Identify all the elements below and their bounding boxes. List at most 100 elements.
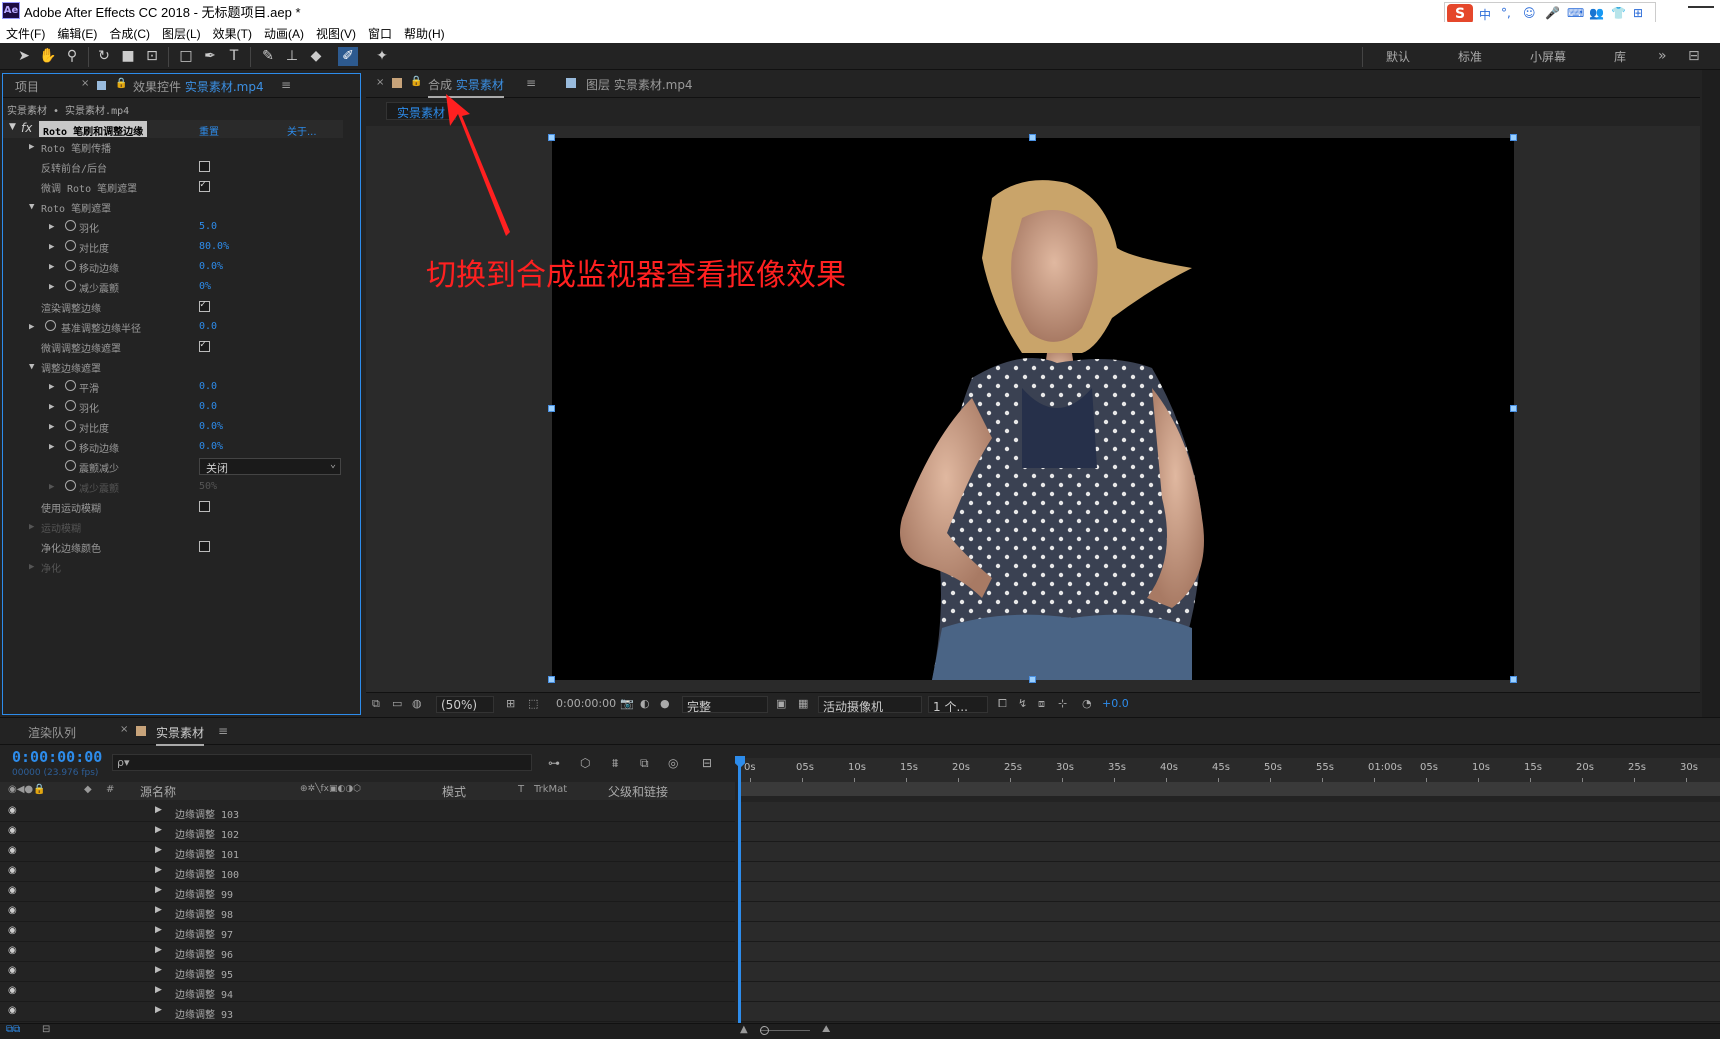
layer-row[interactable]: ◉ ▶ 边缘调整 96 bbox=[0, 942, 735, 962]
time-ruler[interactable]: 0s 05s 10s 15s 20s 25s 30s 35s 40s 45s 50s 55s 01:00… bbox=[738, 758, 1720, 782]
layer-name[interactable]: 边缘调整 101 bbox=[175, 846, 239, 861]
menu-effect[interactable]: 效果(T) bbox=[207, 22, 258, 42]
layer-track[interactable] bbox=[738, 902, 1720, 922]
effect-property-row[interactable]: ▶ 减少震颤 0% bbox=[3, 278, 343, 296]
layer-row[interactable]: ◉ ▶ 边缘调整 102 bbox=[0, 822, 735, 842]
expand-right-icon[interactable]: ▶ bbox=[155, 925, 162, 935]
layer-name[interactable]: 边缘调整 96 bbox=[175, 946, 233, 961]
effect-property-row[interactable]: ▶ 对比度 80.0% bbox=[3, 238, 343, 256]
current-time[interactable]: 0:00:00:00 bbox=[556, 697, 616, 710]
tab-effect-controls[interactable]: 效果控件 实景素材.mp4 bbox=[133, 78, 264, 95]
property-value[interactable]: 0.0% bbox=[199, 441, 223, 452]
transform-handle[interactable] bbox=[548, 405, 555, 412]
layer-row[interactable]: ◉ ▶ 边缘调整 101 bbox=[0, 842, 735, 862]
layer-row[interactable]: ◉ ▶ 边缘调整 94 bbox=[0, 982, 735, 1002]
effect-property-row[interactable]: ▼ Roto 笔刷遮罩 bbox=[3, 198, 343, 216]
fx-icon[interactable]: fx bbox=[21, 121, 32, 135]
ime-user-icon[interactable]: 👥 bbox=[1589, 6, 1604, 20]
views-dropdown[interactable]: 1 个... bbox=[928, 696, 988, 714]
layer-row[interactable]: ◉ ▶ 边缘调整 98 bbox=[0, 902, 735, 922]
close-tab-icon[interactable]: × bbox=[376, 77, 384, 88]
selection-tool-icon[interactable]: ➤ bbox=[14, 47, 34, 66]
stopwatch-icon[interactable] bbox=[65, 380, 76, 391]
property-checkbox[interactable] bbox=[199, 299, 210, 312]
graph-editor-icon[interactable]: ⊟ bbox=[702, 756, 712, 770]
property-value[interactable]: 0.0% bbox=[199, 261, 223, 272]
effect-property-row[interactable]: 净化边缘颜色 bbox=[3, 538, 343, 556]
expand-right-icon[interactable]: ▶ bbox=[49, 222, 54, 232]
ime-emoji-icon[interactable]: ☺ bbox=[1523, 6, 1536, 20]
panel-menu-icon[interactable]: ≡ bbox=[526, 76, 536, 90]
expand-right-icon[interactable]: ▶ bbox=[155, 885, 162, 895]
snapshot-icon[interactable]: 📷 bbox=[620, 697, 634, 710]
property-checkbox[interactable] bbox=[199, 541, 210, 552]
type-tool-icon[interactable]: T bbox=[224, 47, 244, 66]
zoom-tool-icon[interactable]: ⚲ bbox=[62, 47, 82, 66]
lock-icon[interactable]: 🔒 bbox=[410, 76, 422, 87]
search-help-icon[interactable]: ⊟ bbox=[1688, 48, 1700, 64]
ime-keyboard-icon[interactable]: ⌨ bbox=[1567, 6, 1584, 20]
stopwatch-icon[interactable] bbox=[65, 240, 76, 251]
channel-icon[interactable]: ● bbox=[660, 697, 670, 710]
rotate-tool-icon[interactable]: ↻ bbox=[94, 47, 114, 66]
ime-toolbox-icon[interactable]: ⊞ bbox=[1633, 6, 1643, 20]
property-checkbox[interactable] bbox=[199, 161, 210, 172]
layer-track[interactable] bbox=[738, 862, 1720, 882]
clone-stamp-tool-icon[interactable]: ⊥ bbox=[282, 47, 302, 66]
property-value[interactable]: 80.0% bbox=[199, 241, 229, 252]
expand-right-icon[interactable]: ▶ bbox=[49, 422, 54, 432]
expand-right-icon[interactable]: ▶ bbox=[155, 985, 162, 995]
property-checkbox[interactable] bbox=[199, 179, 210, 192]
layer-name[interactable]: 边缘调整 97 bbox=[175, 926, 233, 941]
stopwatch-icon[interactable] bbox=[65, 400, 76, 411]
stopwatch-icon[interactable] bbox=[65, 260, 76, 271]
expand-right-icon[interactable]: ▶ bbox=[155, 805, 162, 815]
menu-animation[interactable]: 动画(A) bbox=[258, 22, 310, 42]
visibility-eye-icon[interactable]: ◉ bbox=[8, 825, 20, 836]
visibility-eye-icon[interactable]: ◉ bbox=[8, 845, 20, 856]
stopwatch-icon[interactable] bbox=[45, 320, 56, 331]
toggle-modes-icon[interactable]: ⊟ bbox=[42, 1024, 50, 1035]
column-parent-link[interactable]: 父级和链接 bbox=[608, 783, 668, 800]
zoom-slider-handle[interactable] bbox=[760, 1026, 769, 1035]
effect-property-row[interactable]: ▶ 移动边缘 0.0% bbox=[3, 258, 343, 276]
effect-property-row[interactable]: ▶ 移动边缘 0.0% bbox=[3, 438, 343, 456]
sogou-logo-icon[interactable]: S bbox=[1447, 4, 1473, 24]
menu-file[interactable]: 文件(F) bbox=[0, 22, 51, 42]
layer-row[interactable]: ◉ ▶ 边缘调整 95 bbox=[0, 962, 735, 982]
layer-name[interactable]: 边缘调整 93 bbox=[175, 1006, 233, 1021]
column-source-name[interactable]: 源名称 bbox=[140, 783, 176, 800]
effect-name[interactable]: Roto 笔刷和调整边缘 bbox=[39, 121, 148, 138]
layer-name[interactable]: 边缘调整 95 bbox=[175, 966, 233, 981]
visibility-eye-icon[interactable]: ◉ bbox=[8, 925, 20, 936]
expand-down-icon[interactable]: ▼ bbox=[29, 362, 34, 372]
expand-right-icon[interactable]: ▶ bbox=[29, 322, 34, 332]
timeline-timecode[interactable]: 0:00:00:00 bbox=[12, 748, 102, 766]
workspace-small-screen[interactable]: 小屏幕 bbox=[1530, 48, 1566, 65]
stopwatch-icon[interactable] bbox=[65, 440, 76, 451]
expand-right-icon[interactable]: ▶ bbox=[29, 562, 34, 572]
effect-property-row[interactable]: ▶ 减少震颤 50% bbox=[3, 478, 343, 496]
effect-property-row[interactable]: ▶ 平滑 0.0 bbox=[3, 378, 343, 396]
visibility-eye-icon[interactable]: ◉ bbox=[8, 805, 20, 816]
layer-track[interactable] bbox=[738, 822, 1720, 842]
mask-visibility-icon[interactable]: ◍ bbox=[412, 697, 422, 710]
property-value[interactable]: 0.0% bbox=[199, 421, 223, 432]
expand-right-icon[interactable]: ▶ bbox=[49, 382, 54, 392]
menu-view[interactable]: 视图(V) bbox=[310, 22, 362, 42]
effect-property-row[interactable]: 反转前台/后台 bbox=[3, 158, 343, 176]
ime-punctuation-icon[interactable]: °, bbox=[1501, 6, 1511, 20]
roto-brush-tool-icon[interactable]: ✐ bbox=[338, 47, 358, 66]
layer-track[interactable] bbox=[738, 962, 1720, 982]
layer-track[interactable] bbox=[738, 802, 1720, 822]
property-value[interactable]: 5.0 bbox=[199, 221, 217, 232]
eraser-tool-icon[interactable]: ◆ bbox=[306, 47, 326, 66]
work-area-bar[interactable] bbox=[738, 782, 1720, 796]
effect-property-row[interactable]: 渲染调整边缘 bbox=[3, 298, 343, 316]
ime-mode-chinese[interactable]: 中 bbox=[1479, 6, 1491, 23]
visibility-eye-icon[interactable]: ◉ bbox=[8, 985, 20, 996]
timeline-icon[interactable]: ⧈ bbox=[1038, 697, 1045, 711]
layer-row[interactable]: ◉ ▶ 边缘调整 100 bbox=[0, 862, 735, 882]
close-tab-icon[interactable]: × bbox=[120, 724, 128, 735]
layer-track[interactable] bbox=[738, 842, 1720, 862]
